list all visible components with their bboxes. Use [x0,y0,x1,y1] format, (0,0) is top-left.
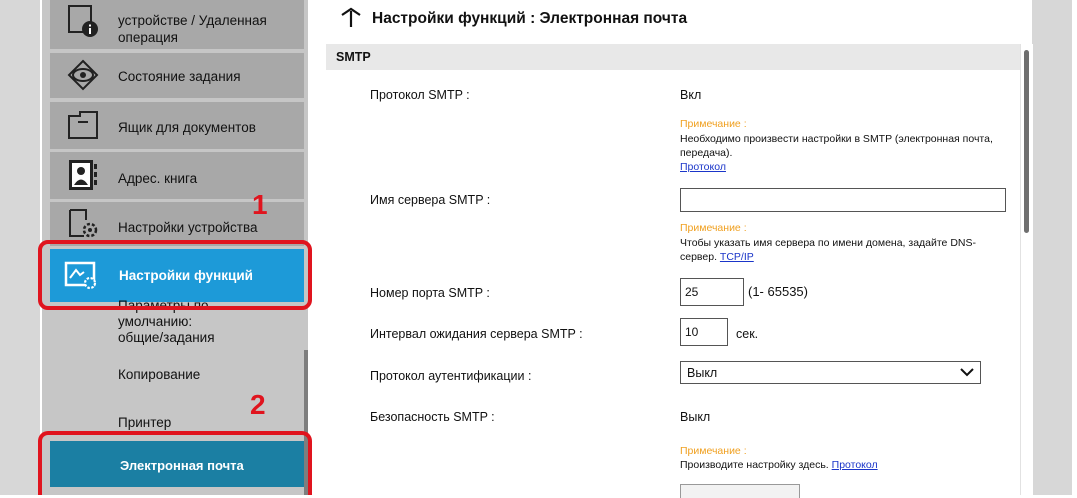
smtp-protocol-label: Протокол SMTP : [370,88,470,102]
device-info-icon [66,4,100,38]
note-body: Необходимо произвести настройки в SMTP (… [680,133,993,159]
tcpip-link[interactable]: TCP/IP [720,251,754,263]
smtp-timeout-unit: сек. [736,327,759,341]
smtp-server-name-label: Имя сервера SMTP : [370,193,491,207]
smtp-port-label: Номер порта SMTP : [370,286,490,300]
smtp-port-range: (1- 65535) [748,284,808,299]
sidebar-item-label-line1: устройстве / Удаленная [118,13,267,28]
protocol-link[interactable]: Протокол [832,459,878,471]
smtp-timeout-label: Интервал ожидания сервера SMTP : [370,327,583,341]
address-book-icon [66,158,100,192]
main-scrollbar-thumb[interactable] [1024,50,1029,233]
auth-protocol-select[interactable]: Выкл [680,361,981,384]
sidebar-item-document-box[interactable]: Ящик для документов [50,102,304,149]
sidebar-item-device-info[interactable]: устройстве / Удаленная операция [50,0,304,49]
smtp-security-value: Выкл [680,410,711,424]
chevron-down-icon [960,365,974,379]
auth-protocol-label: Протокол аутентификации : [370,369,532,383]
auth-protocol-selected: Выкл [687,365,718,380]
sidebar-item-label: Ящик для документов [118,120,256,135]
note-text: Производите настройку здесь. Протокол [680,458,1020,472]
note-heading: Примечание : [680,222,747,234]
protocol-link[interactable]: Протокол [680,161,726,173]
smtp-server-name-input[interactable] [680,188,1006,212]
smtp-port-input[interactable]: 25 [680,278,744,306]
sidebar-subitem-printer[interactable]: Принтер [118,415,171,430]
sidebar-subitem-copy[interactable]: Копирование [118,367,200,382]
eye-icon [66,58,100,92]
page-title: Настройки функций : Электронная почта [372,10,688,27]
page-header: Настройки функций : Электронная почта [340,4,687,34]
callout-box-2 [38,431,312,495]
sidebar-subitem-label-line2: умолчанию: [118,314,193,329]
note-body: Производите настройку здесь. [680,459,829,471]
section-header-smtp: SMTP [326,44,1020,70]
section-title: SMTP [336,50,371,64]
smtp-timeout-input[interactable]: 10 [680,318,728,346]
main-panel: Настройки функций : Электронная почта SM… [326,0,1033,498]
sidebar-item-label: Состояние задания [118,69,241,84]
callout-number-2: 2 [250,389,266,420]
sidebar-item-label: Адрес. книга [118,171,198,186]
note-heading: Примечание : [680,445,747,457]
callout-number-1: 1 [252,189,268,220]
sidebar-item-job-status[interactable]: Состояние задания [50,53,304,98]
folder-icon [66,108,100,142]
page-title-icon [340,7,362,32]
left-background [0,0,40,495]
main-scrollbar[interactable] [1020,44,1033,495]
note-heading: Примечание : [680,118,747,130]
note-text: Чтобы указать имя сервера по имени домен… [680,236,1000,264]
note-text: Необходимо произвести настройки в SMTP (… [680,132,1020,174]
right-background [1032,0,1072,495]
settings-button[interactable] [680,484,800,498]
sidebar-item-label-line2: операция [118,30,178,45]
sidebar-subitem-label-line3: общие/задания [118,330,215,345]
smtp-security-label: Безопасность SMTP : [370,410,495,424]
device-settings-icon [66,206,100,240]
smtp-protocol-value: Вкл [680,88,702,102]
sidebar-item-label: Настройки устройства [118,220,258,235]
callout-box-1 [38,240,312,310]
